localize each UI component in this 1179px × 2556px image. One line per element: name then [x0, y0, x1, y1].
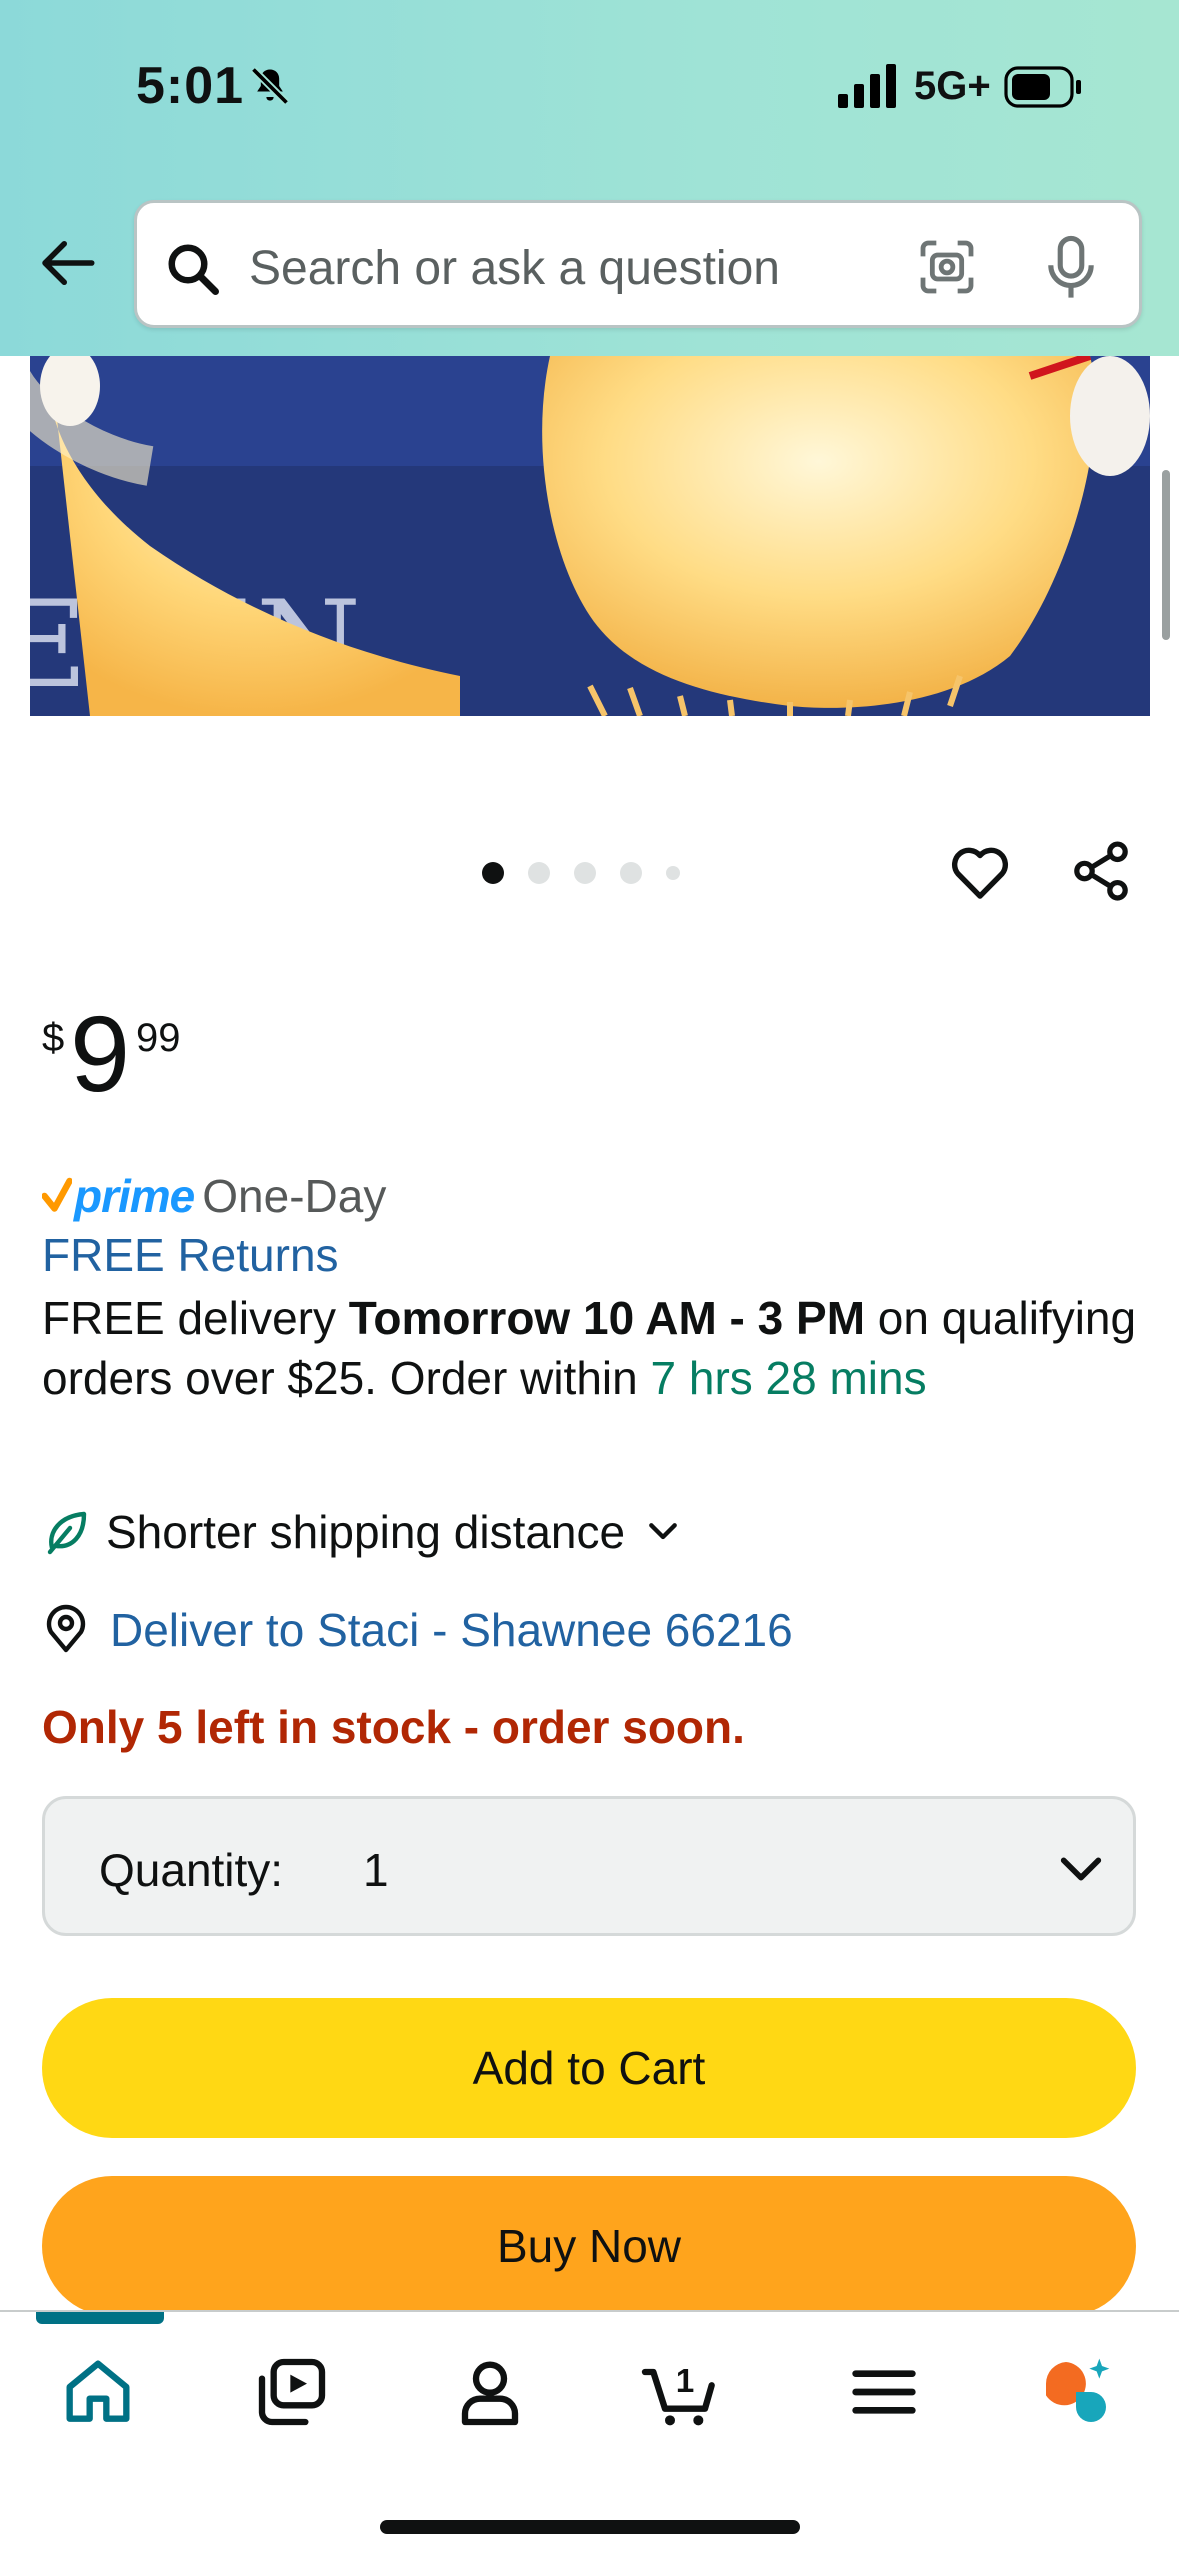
prime-tier: One-Day — [202, 1170, 387, 1222]
deliver-to-link[interactable]: Deliver to Staci - Shawnee 66216 — [44, 1598, 793, 1662]
chevron-down-icon — [649, 1523, 677, 1540]
free-returns-link[interactable]: FREE Returns — [42, 1228, 339, 1282]
heart-icon[interactable] — [946, 838, 1014, 906]
home-icon[interactable] — [58, 2352, 138, 2432]
carousel-dot[interactable] — [482, 862, 504, 884]
nav-active-indicator — [36, 2312, 164, 2324]
price-fraction: 99 — [136, 1016, 181, 1060]
prime-check-icon — [42, 1177, 72, 1212]
carousel-dot[interactable] — [666, 866, 680, 880]
search-input[interactable]: Search or ask a question — [134, 200, 1142, 328]
carousel-dot[interactable] — [528, 862, 550, 884]
bottom-nav: 1 — [0, 2310, 1179, 2556]
delivery-window: Tomorrow 10 AM - 3 PM — [348, 1292, 866, 1344]
shipping-note-label: Shorter shipping distance — [106, 1506, 626, 1558]
header: 5:01 5G+ Search or ask a question — [0, 0, 1179, 356]
quantity-value: 1 — [363, 1844, 389, 1896]
chevron-down-icon — [1060, 1857, 1102, 1881]
price-whole: 9 — [70, 993, 131, 1114]
network-type: 5G+ — [914, 64, 991, 108]
delivery-countdown: 7 hrs 28 mins — [650, 1352, 927, 1404]
quantity-select[interactable]: Quantity: 1 — [42, 1796, 1136, 1936]
carousel-dot[interactable] — [620, 862, 642, 884]
share-icon[interactable] — [1068, 838, 1134, 904]
cart-icon[interactable]: 1 — [640, 2352, 720, 2432]
quantity-label: Quantity: — [99, 1844, 284, 1896]
video-icon[interactable] — [252, 2352, 332, 2432]
menu-icon[interactable] — [844, 2352, 924, 2432]
stock-warning: Only 5 left in stock - order soon. — [42, 1701, 745, 1753]
prime-logo: prime — [74, 1170, 195, 1222]
cart-count: 1 — [676, 2363, 695, 2400]
camera-lens-icon[interactable] — [915, 235, 979, 299]
deliver-to-label: Deliver to Staci - Shawnee 66216 — [110, 1604, 793, 1656]
carousel-dot[interactable] — [574, 862, 596, 884]
account-icon[interactable] — [450, 2352, 530, 2432]
leaf-icon — [47, 1511, 87, 1555]
prime-badge: prime One-Day — [42, 1168, 386, 1224]
battery-icon — [1004, 66, 1081, 108]
search-icon — [168, 244, 219, 295]
delivery-prefix: FREE delivery — [42, 1292, 349, 1344]
buy-now-button[interactable]: Buy Now — [42, 2176, 1136, 2316]
rufus-icon[interactable] — [1036, 2352, 1116, 2432]
price-currency: $ — [42, 1016, 65, 1060]
bell-off-icon — [250, 66, 290, 106]
search-placeholder: Search or ask a question — [249, 242, 780, 295]
product-page: 5:01 5G+ Search or ask a question $ 9 99… — [0, 0, 1179, 2556]
back-arrow-icon[interactable] — [34, 230, 100, 296]
signal-icon — [838, 64, 896, 108]
add-to-cart-button[interactable]: Add to Cart — [42, 1998, 1136, 2138]
microphone-icon[interactable] — [1043, 233, 1099, 303]
scroll-indicator[interactable] — [1162, 470, 1170, 640]
delivery-message: FREE delivery Tomorrow 10 AM - 3 PM on q… — [42, 1288, 1142, 1408]
home-indicator — [380, 2520, 800, 2534]
product-photo: EPEN U — [30, 356, 1150, 716]
status-time: 5:01 — [136, 57, 245, 115]
shipping-note[interactable]: Shorter shipping distance — [44, 1500, 683, 1564]
location-pin-icon — [46, 1604, 86, 1653]
carousel-dots[interactable] — [482, 858, 680, 888]
product-image[interactable]: EPEN U — [30, 356, 1150, 716]
